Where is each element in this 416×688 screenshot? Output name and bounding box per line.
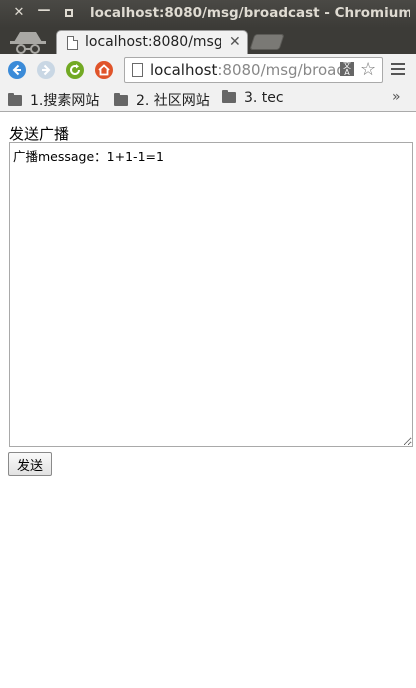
broadcast-message-textarea[interactable]: 广播message：1+1-1=1 <box>9 142 413 447</box>
tab-close-icon[interactable]: ✕ <box>229 34 241 50</box>
send-button[interactable]: 发送 <box>8 452 52 476</box>
bookmark-label: 2. 社区网站 <box>136 93 210 109</box>
forward-button[interactable] <box>37 61 55 79</box>
page-icon <box>132 63 143 77</box>
tab-title: localhost:8080/msg/broadcast <box>85 34 221 50</box>
address-url[interactable]: localhost:8080/msg/broadcast <box>150 61 340 79</box>
url-path: :8080/msg/broadcast <box>217 61 340 79</box>
folder-icon <box>114 93 128 106</box>
bookmarks-overflow-button[interactable]: » <box>392 89 401 105</box>
bookmarks-bar: 1.搜素网站 2. 社区网站 3. tec » <box>0 86 416 112</box>
back-button[interactable] <box>8 61 26 79</box>
bookmark-folder-community-sites[interactable]: 2. 社区网站 <box>114 90 210 109</box>
window-titlebar: ✕ — localhost:8080/msg/broadcast - Chrom… <box>0 0 416 28</box>
incognito-icon <box>10 32 46 54</box>
bookmark-folder-search-sites[interactable]: 1.搜素网站 <box>8 90 100 109</box>
translate-icon[interactable]: 文A <box>340 62 354 77</box>
folder-icon <box>222 90 236 103</box>
forward-arrow-icon <box>42 64 51 76</box>
bookmark-star-icon[interactable]: ☆ <box>360 59 376 80</box>
page-heading: 发送广播 <box>9 125 70 143</box>
tab-broadcast[interactable]: localhost:8080/msg/broadcast ✕ <box>56 30 248 54</box>
bookmark-label: 1.搜素网站 <box>30 93 100 109</box>
reload-button[interactable] <box>66 61 84 79</box>
tab-strip: localhost:8080/msg/broadcast ✕ <box>0 28 416 54</box>
url-host: localhost <box>150 61 218 79</box>
page-content: 发送广播 广播message：1+1-1=1 发送 <box>0 113 416 688</box>
new-tab-button[interactable] <box>249 34 285 50</box>
window-title: localhost:8080/msg/broadcast - Chromium <box>90 5 410 21</box>
home-icon <box>98 64 110 76</box>
bookmark-folder-tec[interactable]: 3. tec <box>222 90 284 108</box>
reload-icon <box>70 64 80 75</box>
window-close-button[interactable]: ✕ <box>12 6 26 20</box>
window-maximize-button[interactable] <box>62 6 76 20</box>
page-icon <box>67 36 78 50</box>
folder-icon <box>8 93 22 106</box>
back-arrow-icon <box>12 64 21 76</box>
bookmark-label: 3. tec <box>244 90 284 106</box>
maximize-icon <box>65 9 73 17</box>
menu-icon[interactable] <box>391 63 405 77</box>
browser-toolbar: localhost:8080/msg/broadcast 文A ☆ <box>0 54 416 86</box>
address-bar[interactable]: localhost:8080/msg/broadcast 文A ☆ <box>124 57 383 83</box>
home-button[interactable] <box>95 61 113 79</box>
window-minimize-button[interactable]: — <box>37 4 51 18</box>
